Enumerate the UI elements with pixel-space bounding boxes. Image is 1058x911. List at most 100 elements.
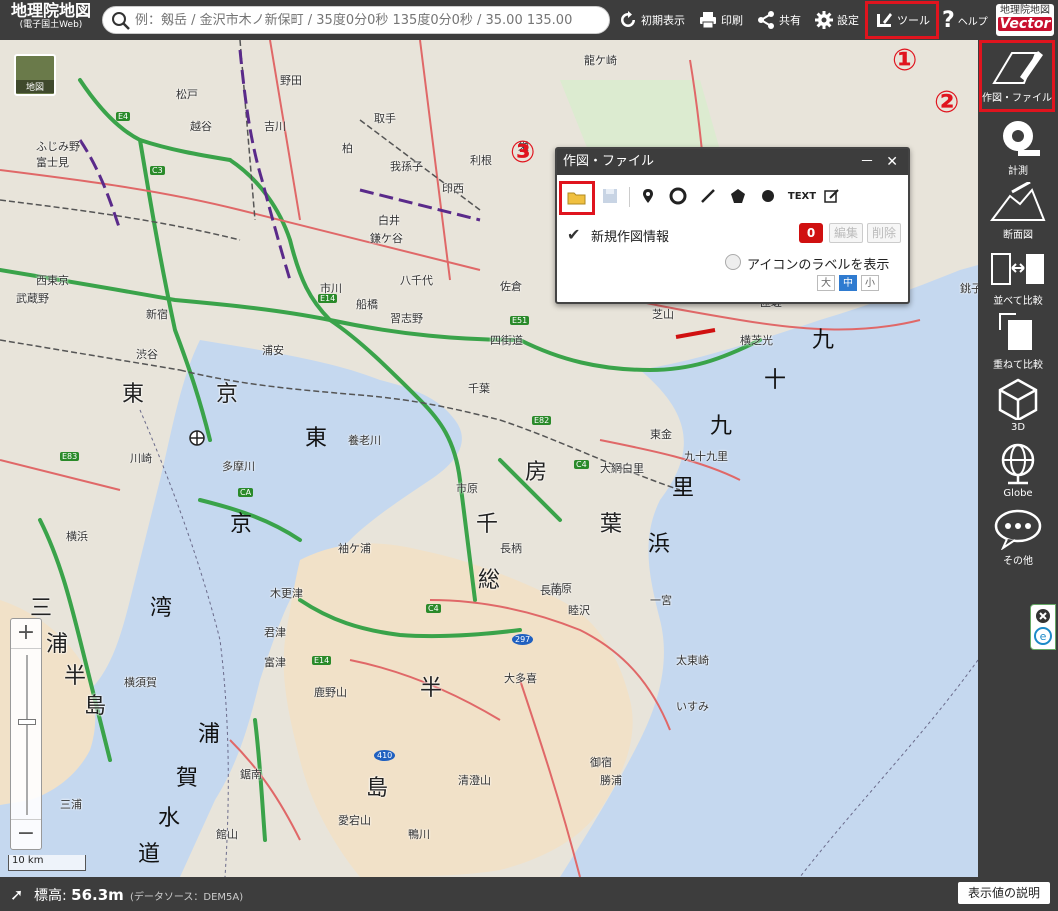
map-label-kujukuri1: 九 xyxy=(812,328,835,353)
zoom-out-button[interactable]: − xyxy=(11,819,41,849)
basemap-switch-button[interactable]: 地図 xyxy=(14,54,56,96)
map-label-kyonan: 鋸南 xyxy=(240,768,262,781)
map-label-futtsu: 富津 xyxy=(264,656,286,669)
reset-label: 初期表示 xyxy=(641,14,685,27)
route-shield-e83: E83 xyxy=(60,452,80,461)
feedback-tab[interactable]: e xyxy=(1030,604,1056,650)
close-button[interactable]: ✕ xyxy=(886,149,898,175)
map-label-boso3: 半 xyxy=(420,676,443,701)
compare-overlay-button[interactable]: 重ねて比較 xyxy=(978,308,1058,372)
share-icon xyxy=(758,11,774,29)
vector-button[interactable]: 地理院地図 Vector xyxy=(996,4,1054,36)
annotation-two: ② xyxy=(934,85,960,120)
map-canvas[interactable]: 東 京 東 京 湾 房 総 半 島 千 葉 九 十 九 里 浜 三 浦 半 島 … xyxy=(0,40,978,877)
tool-button[interactable]: ツール xyxy=(865,1,939,39)
print-button[interactable]: 印刷 xyxy=(698,4,743,36)
save-button[interactable] xyxy=(597,183,623,209)
search-input[interactable] xyxy=(135,10,601,30)
map-label-kujukuri5: 浜 xyxy=(648,532,671,557)
map-label-atagoyama: 愛宕山 xyxy=(338,814,371,827)
folder-icon xyxy=(567,192,586,205)
search-box[interactable] xyxy=(102,6,610,34)
right-toolbar: 作図・ファイル 計測 断面図 並べて比較 重ねて比較 3D Globe その他 xyxy=(978,40,1058,877)
map-label-tokyo2: 京 xyxy=(216,382,239,407)
map-label-kashiwa: 柏 xyxy=(342,142,353,155)
tape-measure-icon xyxy=(1003,121,1040,156)
map-label-inzai: 印西 xyxy=(442,182,464,195)
help-button[interactable]: ? ヘルプ xyxy=(942,4,988,36)
other-button[interactable]: その他 xyxy=(978,504,1058,568)
map-label-yoroi: 養老川 xyxy=(348,434,381,447)
pentagon-icon xyxy=(731,189,745,203)
measure-button[interactable]: 計測 xyxy=(978,114,1058,178)
size-large-button[interactable]: 大 xyxy=(817,275,835,291)
map-label-otaki: 大多喜 xyxy=(504,672,537,685)
size-small-button[interactable]: 小 xyxy=(861,275,879,291)
map-label-ooamishirasato: 大網白里 xyxy=(600,462,644,475)
reset-view-button[interactable]: 初期表示 xyxy=(618,4,685,36)
map-label-tabuchi: 多摩川 xyxy=(222,460,255,473)
map-label-ichinomiya: 一宮 xyxy=(650,594,672,607)
toolbar-separator xyxy=(629,187,630,207)
map-label-kujukuri4: 里 xyxy=(672,476,695,501)
zoom-slider-handle[interactable] xyxy=(18,719,36,725)
profile-button[interactable]: 断面図 xyxy=(978,178,1058,242)
map-label-choshi: 銚子 xyxy=(960,282,978,295)
check-icon[interactable]: ✔ xyxy=(567,225,580,244)
basemap-label: 地図 xyxy=(16,80,54,93)
delete-button[interactable]: 削除 xyxy=(867,223,902,243)
profile-label: 断面図 xyxy=(1003,230,1033,241)
zoom-slider-track[interactable] xyxy=(26,655,28,815)
icon-label-checkbox[interactable] xyxy=(725,254,741,270)
marker-tool-button[interactable] xyxy=(635,183,661,209)
zoom-control: + − xyxy=(10,618,42,850)
status-footer: ➚ 標高: 56.3m (データソース：DEM5A) 表示値の説明 xyxy=(0,877,1058,911)
map-label-koshigaya: 越谷 xyxy=(190,120,212,133)
draw-file-button[interactable]: 作図・ファイル xyxy=(979,40,1055,112)
globe-button[interactable]: Globe xyxy=(978,438,1058,502)
settings-button[interactable]: 設定 xyxy=(814,4,859,36)
map-label-chonan: 長南 xyxy=(540,584,562,597)
minimize-button[interactable]: － xyxy=(860,149,874,175)
annotation-one: ① xyxy=(892,43,918,78)
circle-tool-button[interactable] xyxy=(665,183,691,209)
zoom-in-button[interactable]: + xyxy=(11,619,41,649)
elevation-value: 56.3m xyxy=(71,886,124,904)
dot-tool-button[interactable] xyxy=(755,183,781,209)
map-label-taitozaki: 太東崎 xyxy=(676,654,709,667)
share-button[interactable]: 共有 xyxy=(756,4,801,36)
threed-button[interactable]: 3D xyxy=(978,374,1058,438)
map-label-bay1: 東 xyxy=(305,426,328,451)
svg-text:e: e xyxy=(1040,630,1047,643)
compare-side-button[interactable]: 並べて比較 xyxy=(978,244,1058,308)
map-label-bay3: 湾 xyxy=(150,596,173,621)
map-label-togane: 東金 xyxy=(650,428,672,441)
map-label-miura4: 島 xyxy=(84,694,107,719)
dialog-titlebar[interactable]: 作図・ファイル － ✕ xyxy=(557,149,908,175)
map-label-misaki: 三浦 xyxy=(60,798,82,811)
open-file-button[interactable] xyxy=(559,181,595,215)
printer-icon xyxy=(700,12,716,29)
size-medium-button[interactable]: 中 xyxy=(839,275,857,291)
map-label-kimitsu: 君津 xyxy=(264,626,286,639)
line-tool-button[interactable] xyxy=(695,183,721,209)
save-icon xyxy=(603,189,617,203)
map-label-katsuura: 勝浦 xyxy=(600,774,622,787)
search-icon xyxy=(112,12,130,30)
map-label-nishitokyo: 西東京 xyxy=(36,274,69,287)
map-label-yokosuka: 横須賀 xyxy=(124,676,157,689)
gsi-logo[interactable]: 地理院地図 (電子国土Web) xyxy=(4,3,98,37)
map-label-kiyosumi: 清澄山 xyxy=(458,774,491,787)
annotation-three: ③ xyxy=(510,135,536,170)
map-label-kujukuri3: 九 xyxy=(710,414,733,439)
map-label-tone: 利根 xyxy=(470,154,492,167)
question-icon: ? xyxy=(942,7,955,33)
text-tool-button[interactable]: TEXT xyxy=(787,183,817,209)
route-shield-ca: CA xyxy=(238,488,254,497)
explain-values-button[interactable]: 表示値の説明 xyxy=(958,882,1050,904)
map-label-shiroi: 白井 xyxy=(378,214,400,227)
edit-tool-button[interactable] xyxy=(819,183,845,209)
polygon-tool-button[interactable] xyxy=(725,183,751,209)
map-label-kisarazu: 木更津 xyxy=(270,587,303,600)
edit-button[interactable]: 編集 xyxy=(829,223,864,243)
